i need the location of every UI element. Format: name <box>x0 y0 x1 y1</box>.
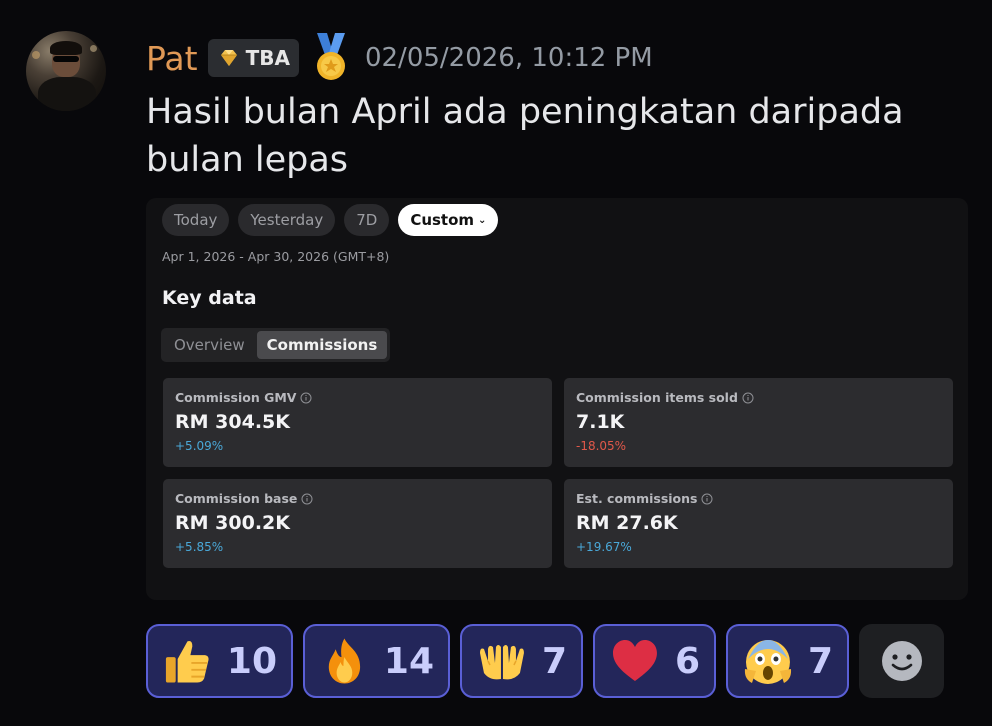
reaction-count: 10 <box>226 640 277 682</box>
reaction-thumbs-up[interactable]: 10 <box>146 624 293 698</box>
date-filter-chips: Today Yesterday 7D Custom ⌄ <box>162 204 499 236</box>
date-range: Apr 1, 2026 - Apr 30, 2026 (GMT+8) <box>162 249 390 264</box>
chip-custom[interactable]: Custom ⌄ <box>398 204 499 236</box>
chip-7d[interactable]: 7D <box>344 204 390 236</box>
reaction-fire[interactable]: 14 <box>303 624 450 698</box>
metric-delta: -18.05% <box>576 439 627 453</box>
metric-title: Commission base <box>175 491 298 506</box>
gem-icon <box>220 50 237 66</box>
chip-custom-label: Custom <box>410 211 475 229</box>
reaction-count: 7 <box>807 640 833 682</box>
metric-title: Commission GMV <box>175 390 297 405</box>
face-screaming-in-fear-icon <box>744 639 792 684</box>
metric-card: Commission base RM 300.2K +5.85% <box>163 479 552 568</box>
reactions-bar: 10 14 7 6 7 <box>146 624 944 698</box>
metric-value: RM 304.5K <box>175 411 290 433</box>
metric-delta: +19.67% <box>576 540 632 554</box>
fire-icon <box>328 638 361 684</box>
metric-delta: +5.85% <box>175 540 224 554</box>
reaction-count: 14 <box>383 640 434 682</box>
info-icon[interactable] <box>300 392 312 404</box>
chevron-down-icon: ⌄ <box>478 214 487 226</box>
metric-title: Commission items sold <box>576 390 738 405</box>
reaction-heart[interactable]: 6 <box>593 624 716 698</box>
smiley-add-icon <box>881 641 922 681</box>
metric-card: Commission GMV RM 304.5K +5.09% <box>163 378 552 467</box>
metric-delta: +5.09% <box>175 439 224 453</box>
tab-overview[interactable]: Overview <box>164 331 255 359</box>
red-heart-icon <box>612 640 657 681</box>
medal-icon <box>316 33 345 80</box>
metric-value: RM 27.6K <box>576 512 678 534</box>
user-avatar[interactable] <box>26 31 106 111</box>
server-tag-label: TBA <box>245 46 290 70</box>
reaction-palms-up[interactable]: 7 <box>460 624 583 698</box>
chip-today[interactable]: Today <box>162 204 230 236</box>
palms-up-together-icon <box>479 645 524 680</box>
message-header: Pat TBA 02/05/2026, 10:12 PM <box>146 33 653 82</box>
info-icon[interactable] <box>301 493 313 505</box>
tab-commissions[interactable]: Commissions <box>256 331 388 359</box>
section-title: Key data <box>162 287 257 309</box>
reaction-count: 6 <box>674 640 700 682</box>
chip-yesterday[interactable]: Yesterday <box>238 204 336 236</box>
thumbs-up-icon <box>165 640 209 683</box>
reaction-count: 7 <box>541 640 567 682</box>
metric-card: Est. commissions RM 27.6K +19.67% <box>564 479 953 568</box>
server-tag[interactable]: TBA <box>207 39 299 77</box>
username[interactable]: Pat <box>146 42 198 75</box>
metric-value: 7.1K <box>576 411 625 433</box>
metric-card: Commission items sold 7.1K -18.05% <box>564 378 953 467</box>
metric-value: RM 300.2K <box>175 512 290 534</box>
add-reaction-button[interactable] <box>859 624 944 698</box>
info-icon[interactable] <box>701 493 713 505</box>
message-timestamp[interactable]: 02/05/2026, 10:12 PM <box>365 43 653 73</box>
message-text: Hasil bulan April ada peningkatan daripa… <box>146 92 904 180</box>
attached-image[interactable]: Today Yesterday 7D Custom ⌄ Apr 1, 2026 … <box>146 198 968 600</box>
metric-title: Est. commissions <box>576 491 698 506</box>
info-icon[interactable] <box>742 392 754 404</box>
reaction-scream[interactable]: 7 <box>726 624 849 698</box>
tab-switcher: Overview Commissions <box>161 328 391 362</box>
